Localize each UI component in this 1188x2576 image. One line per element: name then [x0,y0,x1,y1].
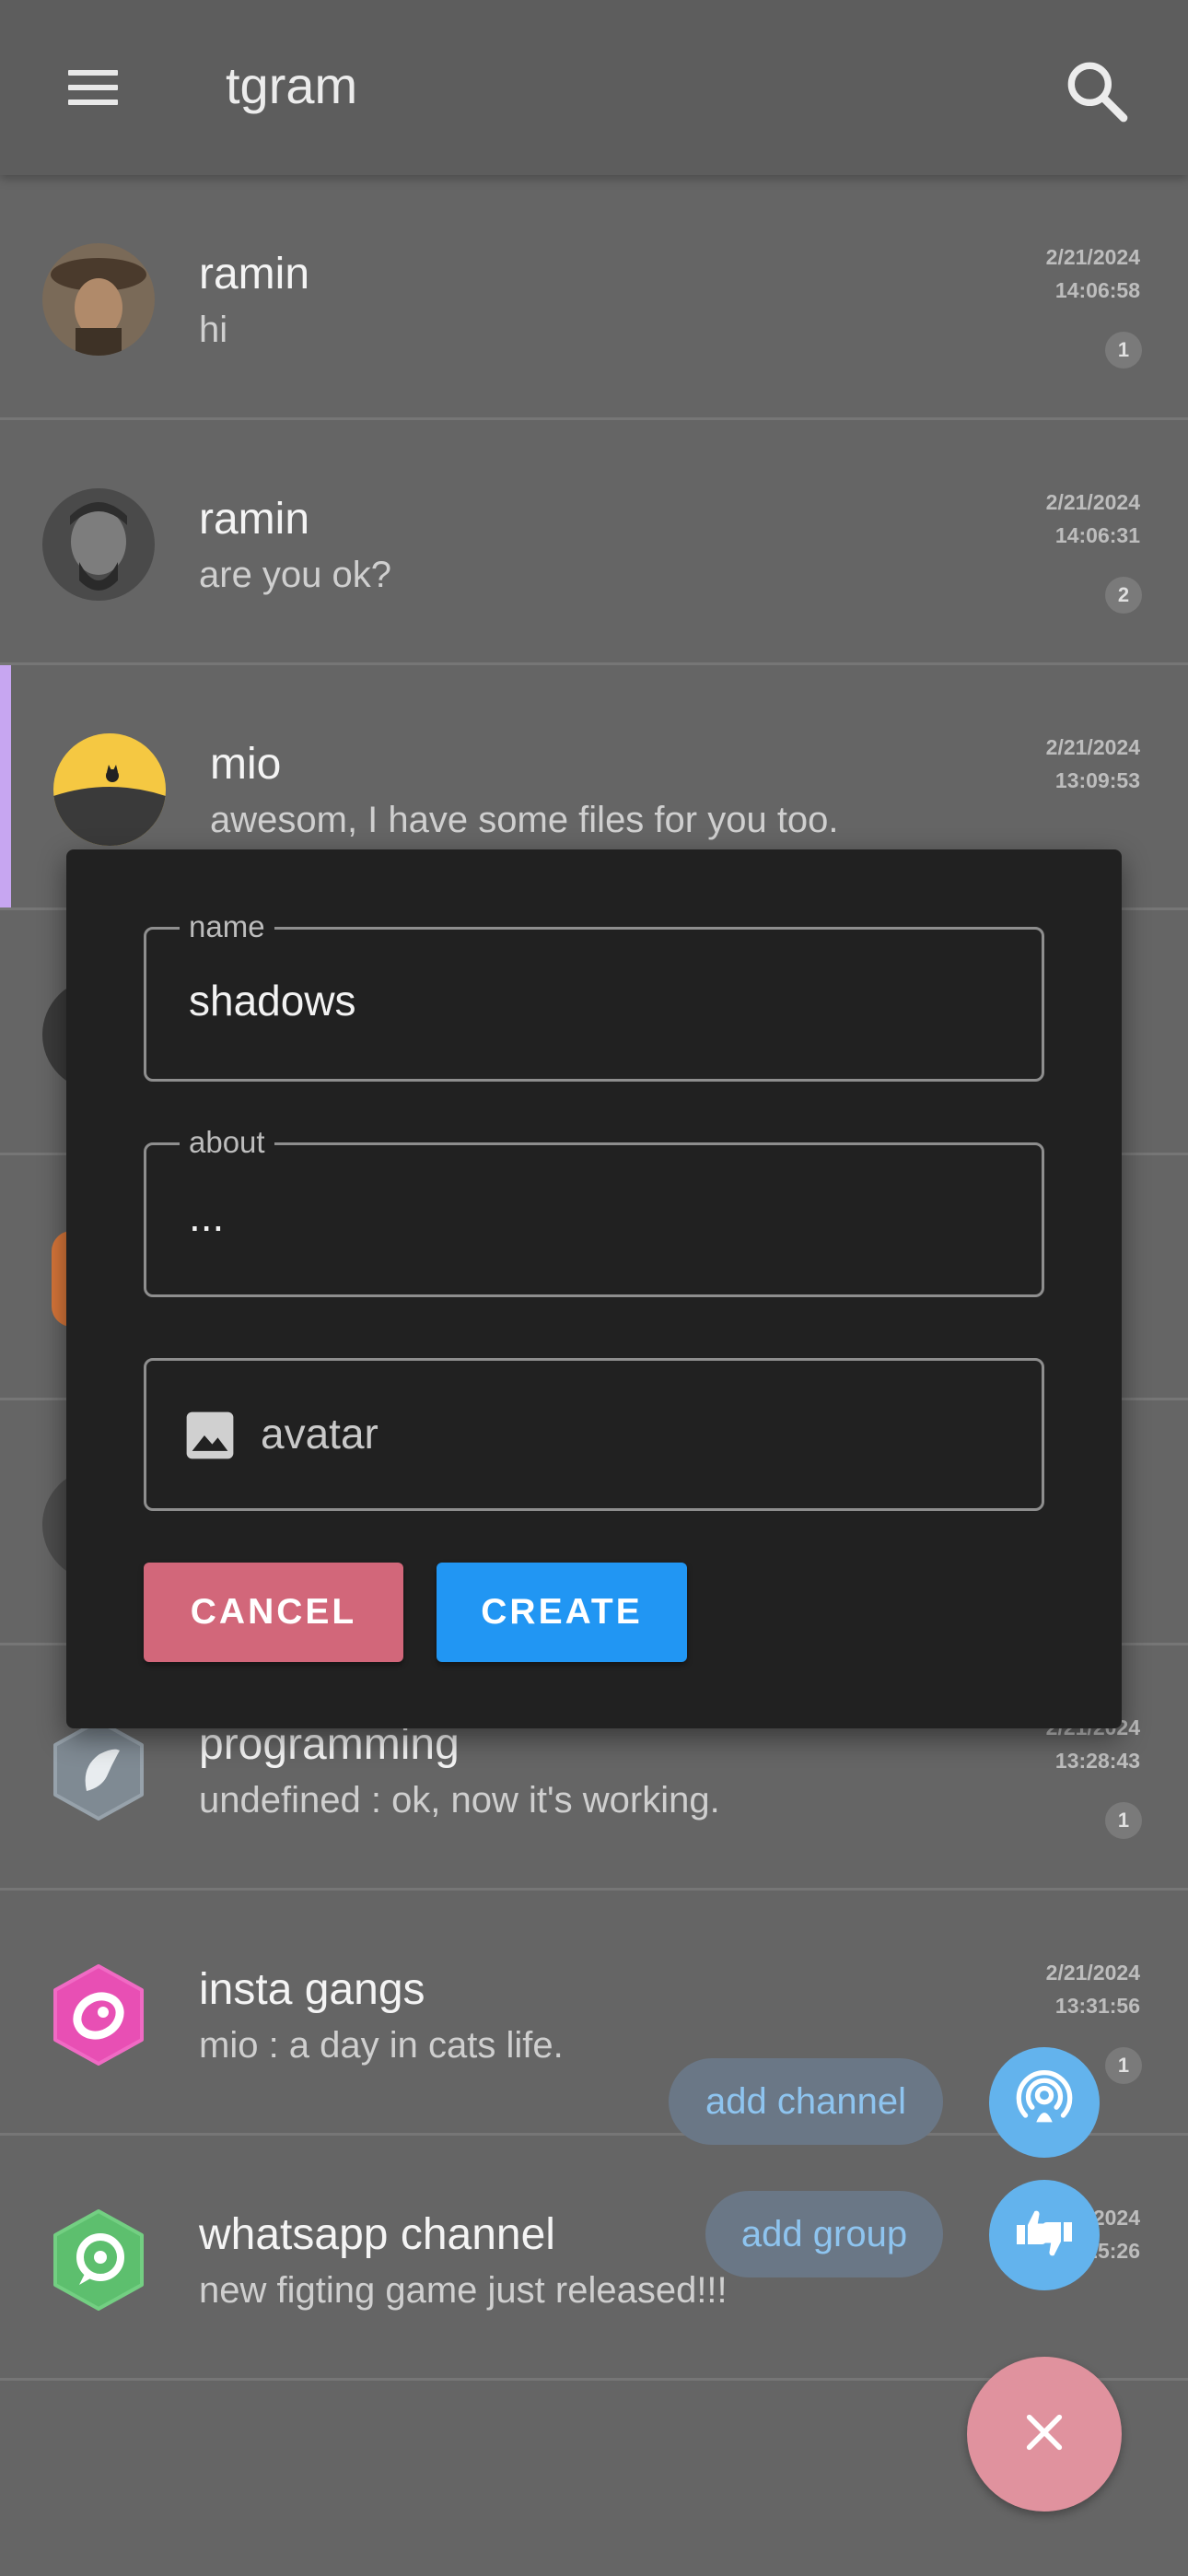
name-field[interactable]: name shadows [144,909,1044,1082]
thumbs-icon [1011,2200,1077,2271]
chat-date: 2/21/2024 [1045,1961,1140,1985]
avatar [42,1959,155,2071]
unread-badge: 1 [1105,332,1142,369]
chat-name: mio [210,740,282,789]
chat-time: 13:31:56 [1054,1994,1140,2018]
avatar [42,2204,155,2316]
chat-item[interactable]: ramin hi 2/21/2024 14:06:58 1 [0,175,1188,420]
create-button[interactable]: CREATE [437,1563,687,1662]
avatar [53,733,166,846]
search-icon[interactable] [1059,53,1133,127]
avatar [42,488,155,601]
cancel-button[interactable]: CANCEL [144,1563,403,1662]
name-input[interactable]: shadows [189,976,356,1025]
chat-time: 13:28:43 [1054,1749,1140,1773]
avatar [42,1714,155,1826]
chat-message: hi [199,310,228,350]
chat-message: awesom, I have some files for you too. [210,800,839,840]
chat-name: insta gangs [199,1965,425,2014]
chat-name: ramin [199,250,310,299]
chat-message: undefined : ok, now it's working. [199,1780,720,1821]
add-channel-button[interactable] [989,2047,1100,2158]
chat-date: 2/21/2024 [1045,735,1140,759]
chat-message: are you ok? [199,555,392,595]
chat-date: 2/21/2024 [1045,245,1140,269]
app-title: tgram [226,56,358,114]
chat-message: mio : a day in cats life. [199,2025,564,2066]
image-icon [183,1409,237,1462]
chat-date: 2/21/2024 [1045,490,1140,514]
chat-name: ramin [199,495,310,544]
avatar-picker[interactable]: avatar [144,1358,1044,1511]
chat-message: new figting game just released!!! [199,2270,728,2311]
name-label: name [180,909,274,944]
chat-item[interactable]: ramin are you ok? 2/21/2024 14:06:31 2 [0,420,1188,665]
avatar [42,243,155,356]
unread-badge: 1 [1105,1802,1142,1839]
about-input[interactable]: ... [189,1191,224,1241]
close-icon [1019,2406,1070,2463]
menu-icon[interactable] [61,59,125,116]
chat-name: whatsapp channel [199,2210,555,2259]
unread-badge: 1 [1105,2047,1142,2084]
add-group-button[interactable] [989,2180,1100,2290]
app-bar: tgram [0,0,1188,175]
broadcast-icon [1012,2068,1077,2137]
create-dialog: name shadows about ... avatar CANCEL CRE… [66,849,1122,1728]
add-group-label[interactable]: add group [705,2191,943,2277]
chat-time: 13:09:53 [1054,768,1140,792]
avatar-label: avatar [261,1410,379,1458]
add-channel-label[interactable]: add channel [669,2058,943,2145]
unread-badge: 2 [1105,577,1142,614]
about-field[interactable]: about ... [144,1125,1044,1297]
chat-time: 14:06:31 [1054,523,1140,547]
about-label: about [180,1125,274,1160]
close-fab-button[interactable] [967,2357,1122,2512]
chat-time: 14:06:58 [1054,278,1140,302]
